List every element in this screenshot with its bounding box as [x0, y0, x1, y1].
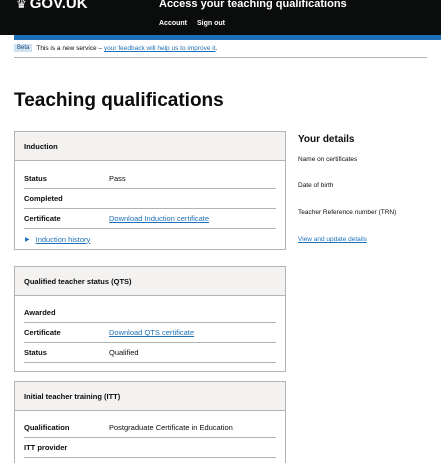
row-key: Awarded [24, 308, 56, 317]
row-key: Completed [24, 194, 63, 203]
qts-card: Qualified teacher status (QTS) Awarded C… [14, 266, 286, 372]
download-induction-certificate-link[interactable]: Download Induction certificate [109, 214, 209, 223]
view-update-details-link[interactable]: View and update details [298, 236, 367, 243]
date-of-birth-label: Date of birth [298, 182, 334, 189]
induction-card: Induction Status Pass Completed Certific… [14, 131, 286, 250]
site-header: ♛ GOV.UK Access your teaching qualificat… [0, 0, 441, 35]
itt-heading: Initial teacher training (ITT) [15, 382, 285, 411]
induction-certificate-row: Certificate Download Induction certifica… [24, 209, 276, 229]
name-on-certificates-label: Name on certificates [298, 156, 358, 163]
row-key: Status [24, 348, 47, 357]
qts-status-row: Status Qualified [24, 343, 276, 363]
phase-banner: Beta This is a new service – your feedba… [14, 44, 427, 58]
induction-history-toggle[interactable]: ▶ Induction history [24, 229, 276, 249]
row-value: Qualified [109, 348, 139, 357]
triangle-right-icon: ▶ [25, 236, 30, 243]
induction-completed-row: Completed [24, 189, 276, 209]
row-value: Pass [109, 174, 126, 183]
header-accent-bar [14, 35, 441, 40]
row-key: Certificate [24, 328, 61, 337]
itt-qualification-row: Qualification Postgraduate Certificate i… [24, 418, 276, 438]
page-title: Teaching qualifications [14, 90, 224, 111]
govuk-logo[interactable]: ♛ GOV.UK [16, 0, 88, 12]
header-nav: Account Sign out [159, 20, 225, 27]
qts-awarded-row: Awarded [24, 303, 276, 323]
phase-banner-suffix: . [215, 45, 218, 52]
beta-tag: Beta [14, 44, 33, 52]
your-details-panel: Your details Name on certificates Date o… [298, 131, 438, 243]
phase-banner-text: This is a new service – your feedback wi… [36, 44, 217, 52]
logo-text: GOV.UK [29, 0, 88, 12]
row-value: Postgraduate Certificate in Education [109, 423, 233, 432]
crown-icon: ♛ [16, 0, 27, 11]
induction-status-row: Status Pass [24, 169, 276, 189]
sign-out-link[interactable]: Sign out [197, 20, 225, 27]
feedback-link[interactable]: your feedback will help us to improve it [104, 45, 216, 52]
row-key: Certificate [24, 214, 61, 223]
your-details-title: Your details [298, 134, 355, 145]
account-link[interactable]: Account [159, 20, 187, 27]
itt-card: Initial teacher training (ITT) Qualifica… [14, 381, 286, 463]
row-key: Qualification [24, 423, 70, 432]
induction-history-link[interactable]: Induction history [36, 235, 91, 244]
induction-heading: Induction [15, 132, 285, 161]
qts-heading: Qualified teacher status (QTS) [15, 267, 285, 296]
phase-banner-message: This is a new service – [36, 45, 103, 52]
itt-provider-row: ITT provider [24, 438, 276, 458]
download-qts-certificate-link[interactable]: Download QTS certificate [109, 328, 194, 337]
row-key: Status [24, 174, 47, 183]
row-key: ITT provider [24, 443, 68, 452]
service-name[interactable]: Access your teaching qualifications [159, 0, 347, 10]
trn-label: Teacher Reference number (TRN) [298, 209, 397, 216]
qts-certificate-row: Certificate Download QTS certificate [24, 323, 276, 343]
